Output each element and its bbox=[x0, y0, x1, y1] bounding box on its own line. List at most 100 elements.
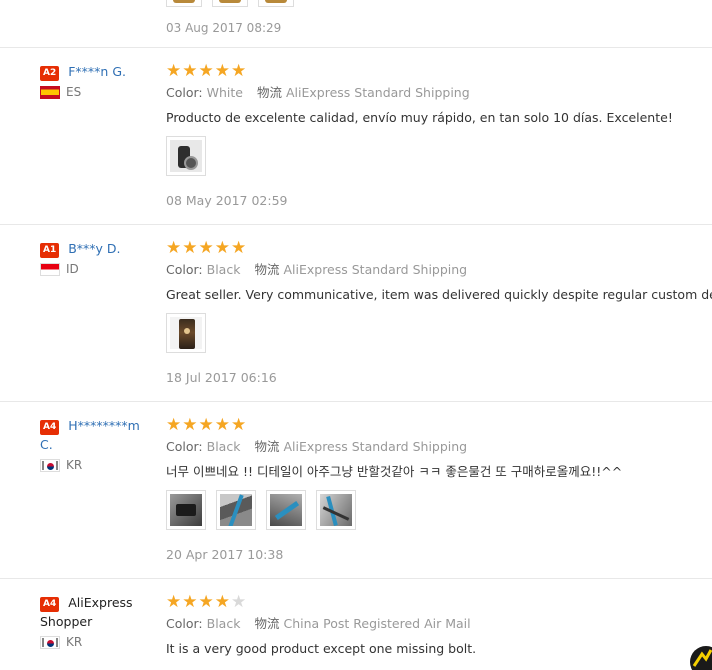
star-icon: ★ bbox=[231, 414, 247, 435]
review-photo[interactable] bbox=[166, 0, 202, 7]
flag-icon bbox=[40, 85, 60, 99]
star-icon: ★ bbox=[182, 591, 198, 612]
logistics-label: 物流 bbox=[254, 616, 280, 631]
buyer-level-badge: A2 bbox=[40, 66, 60, 81]
country-code: KR bbox=[66, 635, 83, 649]
shipping-method: China Post Registered Air Mail bbox=[283, 616, 471, 631]
star-rating: ★ ★ ★ ★ ★ bbox=[166, 239, 712, 257]
star-icon: ★ bbox=[214, 237, 230, 258]
shipping-method: AliExpress Standard Shipping bbox=[283, 439, 468, 454]
review-item: A4 AliExpress Shopper KR ★ ★ ★ ★ ★ Color: Black 物… bbox=[0, 579, 712, 664]
buyer-country: ID bbox=[40, 262, 152, 276]
review-date: 08 May 2017 02:59 bbox=[166, 193, 288, 208]
review-feed: 03 Aug 2017 08:29 A2 F****n G. ES ★ ★ ★ ★ ★ Colo… bbox=[0, 0, 712, 664]
buyer-name[interactable]: F****n G. bbox=[68, 64, 126, 79]
color-label: Color: bbox=[166, 262, 203, 277]
color-value: Black bbox=[206, 262, 241, 277]
star-icon: ★ bbox=[198, 60, 214, 81]
buyer-level-badge: A4 bbox=[40, 420, 60, 435]
bike-photo bbox=[320, 494, 352, 526]
review-photo[interactable] bbox=[216, 490, 256, 530]
buyer-info: A2 F****n G. ES bbox=[40, 62, 152, 99]
buyer-level-badge: A1 bbox=[40, 243, 60, 258]
star-icon: ★ bbox=[231, 237, 247, 258]
order-info: Color: Black 物流 AliExpress Standard Shippi… bbox=[166, 262, 712, 278]
star-icon: ★ bbox=[166, 591, 182, 612]
country-code: ES bbox=[66, 85, 82, 99]
star-icon: ★ bbox=[231, 591, 247, 612]
star-rating: ★ ★ ★ ★ ★ bbox=[166, 416, 712, 434]
review-photo[interactable] bbox=[166, 490, 206, 530]
star-icon: ★ bbox=[182, 237, 198, 258]
review-item: A2 F****n G. ES ★ ★ ★ ★ ★ Color: White 物流 AliExpre… bbox=[0, 48, 712, 225]
buyer-country: KR bbox=[40, 458, 152, 472]
country-code: KR bbox=[66, 458, 83, 472]
logistics-label: 物流 bbox=[254, 439, 280, 454]
review-text: Great seller. Very communicative, item w… bbox=[166, 287, 712, 302]
color-value: White bbox=[206, 85, 243, 100]
order-info: Color: Black 物流 AliExpress Standard Shippi… bbox=[166, 439, 712, 455]
star-rating: ★ ★ ★ ★ ★ bbox=[166, 62, 712, 80]
buyer-name[interactable]: B***y D. bbox=[68, 241, 120, 256]
star-icon: ★ bbox=[214, 60, 230, 81]
buyer-line: A2 F****n G. bbox=[40, 62, 152, 81]
review-item: A4 H********m C. KR ★ ★ ★ ★ ★ Color: Black 物流 AliE… bbox=[0, 402, 712, 579]
buyer-country: ES bbox=[40, 85, 152, 99]
review-date: 20 Apr 2017 10:38 bbox=[166, 547, 284, 562]
review-content: ★ ★ ★ ★ ★ Color: Black 物流 China Post Registered… bbox=[166, 593, 712, 657]
shipping-method: AliExpress Standard Shipping bbox=[286, 85, 470, 100]
buyer-country: KR bbox=[40, 635, 152, 649]
order-info: Color: Black 物流 China Post Registered Air … bbox=[166, 616, 712, 632]
logistics-label: 物流 bbox=[254, 262, 280, 277]
review-date: 03 Aug 2017 08:29 bbox=[166, 21, 282, 35]
star-icon: ★ bbox=[166, 60, 182, 81]
star-icon: ★ bbox=[198, 237, 214, 258]
review-content: ★ ★ ★ ★ ★ Color: Black 物流 AliExpress Standard S… bbox=[166, 239, 712, 357]
color-label: Color: bbox=[166, 616, 203, 631]
review-content: ★ ★ ★ ★ ★ Color: Black 物流 AliExpress Standard S… bbox=[166, 416, 712, 534]
review-tail: 03 Aug 2017 08:29 bbox=[0, 0, 712, 48]
review-photo[interactable] bbox=[166, 313, 206, 353]
buyer-line: A4 H********m C. bbox=[40, 416, 152, 454]
color-value: Black bbox=[206, 439, 241, 454]
star-icon: ★ bbox=[166, 414, 182, 435]
review-photos bbox=[166, 0, 294, 7]
review-text: Producto de excelente calidad, envío muy… bbox=[166, 110, 673, 125]
review-text: 너무 이쁘네요 !! 디테일이 아주그냥 반할것같아 ㅋㅋ 좋은물건 또 구매하… bbox=[166, 464, 623, 479]
review-date: 18 Jul 2017 06:16 bbox=[166, 370, 277, 385]
star-icon: ★ bbox=[198, 414, 214, 435]
review-text: It is a very good product except one mis… bbox=[166, 641, 477, 656]
buyer-info: A1 B***y D. ID bbox=[40, 239, 152, 276]
star-icon: ★ bbox=[198, 591, 214, 612]
color-label: Color: bbox=[166, 85, 203, 100]
star-icon: ★ bbox=[214, 414, 230, 435]
order-info: Color: White 物流 AliExpress Standard Shippi… bbox=[166, 85, 712, 101]
review-photos bbox=[166, 490, 712, 534]
bike-part-photo bbox=[170, 140, 202, 172]
review-photos bbox=[166, 136, 712, 180]
part-photo bbox=[170, 494, 202, 526]
buyer-level-badge: A4 bbox=[40, 597, 60, 612]
review-photo[interactable] bbox=[258, 0, 294, 7]
flag-icon bbox=[40, 458, 60, 472]
buyer-line: A4 AliExpress Shopper bbox=[40, 593, 152, 631]
star-icon: ★ bbox=[166, 237, 182, 258]
review-photos bbox=[166, 313, 712, 357]
buyer-line: A1 B***y D. bbox=[40, 239, 152, 258]
color-value: Black bbox=[206, 616, 241, 631]
review-photo[interactable] bbox=[316, 490, 356, 530]
review-photo[interactable] bbox=[212, 0, 248, 7]
review-content: ★ ★ ★ ★ ★ Color: White 物流 AliExpress Standard S… bbox=[166, 62, 712, 180]
logistics-label: 物流 bbox=[256, 85, 282, 100]
frame-photo bbox=[220, 494, 252, 526]
flag-icon bbox=[40, 262, 60, 276]
flag-icon bbox=[40, 635, 60, 649]
buyer-info: A4 AliExpress Shopper KR bbox=[40, 593, 152, 649]
color-label: Color: bbox=[166, 439, 203, 454]
feedback-corner-icon[interactable] bbox=[682, 636, 712, 670]
frame-detail-photo bbox=[270, 494, 302, 526]
shipping-method: AliExpress Standard Shipping bbox=[283, 262, 468, 277]
review-photo[interactable] bbox=[166, 136, 206, 176]
review-photo[interactable] bbox=[266, 490, 306, 530]
star-icon: ★ bbox=[182, 414, 198, 435]
